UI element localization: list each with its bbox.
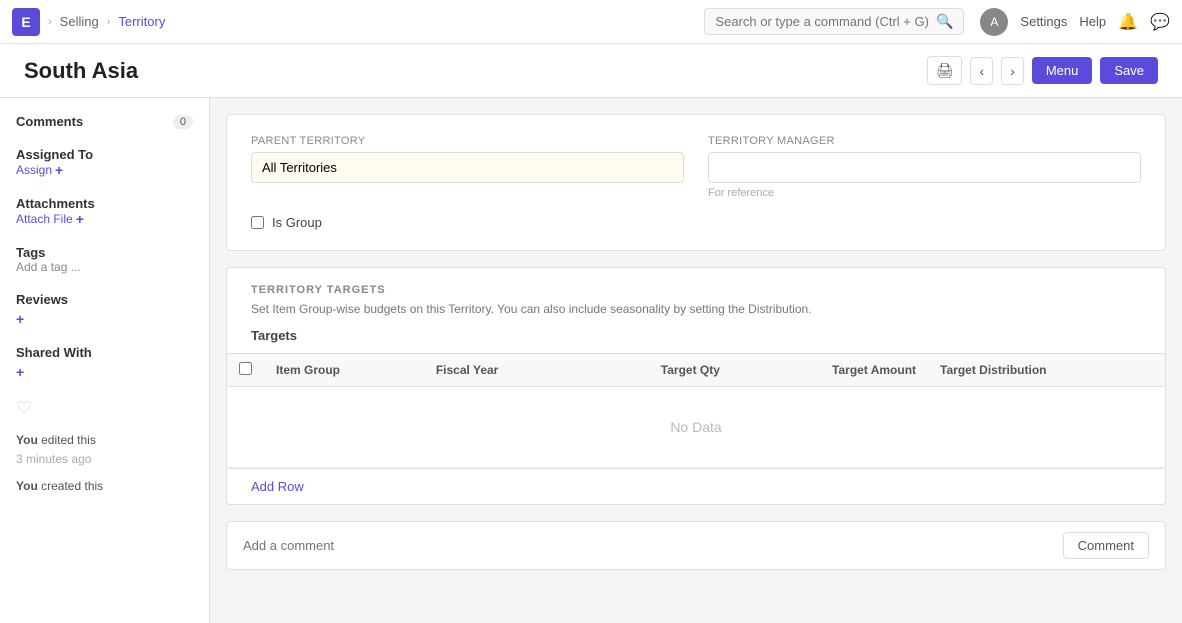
- search-input[interactable]: [715, 14, 930, 29]
- parent-territory-group: Parent Territory: [251, 135, 684, 199]
- sidebar: Comments 0 Assigned To Assign + Attachme…: [0, 98, 210, 623]
- search-bar[interactable]: 🔍: [704, 8, 964, 35]
- targets-subtitle: Targets: [227, 328, 1165, 343]
- breadcrumb-selling[interactable]: Selling: [60, 14, 99, 29]
- sidebar-shared-section: Shared With +: [16, 345, 193, 380]
- activity-1-action: edited this: [41, 433, 96, 447]
- targets-section-header: TERRITORY TARGETS Set Item Group-wise bu…: [227, 268, 1165, 316]
- select-all-checkbox[interactable]: [239, 362, 252, 375]
- attach-file-button[interactable]: Attach File +: [16, 211, 193, 227]
- prev-button[interactable]: ‹: [970, 57, 993, 85]
- page-actions: 🖨 ‹ › Menu Save: [927, 56, 1158, 85]
- form-body: Parent Territory Territory Manager For r…: [227, 115, 1165, 250]
- review-plus-icon: +: [16, 311, 24, 327]
- next-button[interactable]: ›: [1001, 57, 1024, 85]
- topnav-actions: A Settings Help 🔔 💬: [980, 8, 1170, 36]
- is-group-row: Is Group: [251, 215, 1141, 230]
- sidebar-tags-section: Tags Add a tag ...: [16, 245, 193, 274]
- assign-button[interactable]: Assign +: [16, 162, 193, 178]
- activity-1-actor: You: [16, 433, 38, 447]
- topnav: E › Selling › Territory 🔍 A Settings Hel…: [0, 0, 1182, 44]
- assign-plus-icon: +: [55, 162, 63, 178]
- parent-territory-input[interactable]: [251, 152, 684, 183]
- attach-plus-icon: +: [76, 211, 84, 227]
- targets-section-card: TERRITORY TARGETS Set Item Group-wise bu…: [226, 267, 1166, 505]
- notification-icon[interactable]: 🔔: [1118, 12, 1138, 32]
- activity-2-actor: You: [16, 479, 38, 493]
- sidebar-attachments-section: Attachments Attach File +: [16, 196, 193, 227]
- activity-item-1: You edited this 3 minutes ago: [16, 431, 193, 469]
- form-row-1: Parent Territory Territory Manager For r…: [251, 135, 1141, 199]
- avatar: A: [980, 8, 1008, 36]
- targets-table: Item Group Fiscal Year Target Qty Target…: [227, 353, 1165, 468]
- comment-card: Comment: [226, 521, 1166, 570]
- territory-manager-group: Territory Manager For reference: [708, 135, 1141, 199]
- no-data-row: No Data: [227, 387, 1165, 468]
- settings-button[interactable]: Settings: [1020, 14, 1067, 29]
- add-row-button[interactable]: Add Row: [251, 479, 304, 494]
- sidebar-comments-header: Comments 0: [16, 114, 193, 129]
- comment-button[interactable]: Comment: [1063, 532, 1149, 559]
- col-fiscal-year: Fiscal Year: [424, 354, 581, 387]
- heart-icon[interactable]: ♡: [16, 398, 193, 419]
- app-logo: E: [12, 8, 40, 36]
- sidebar-reviews-label: Reviews: [16, 292, 68, 307]
- save-button[interactable]: Save: [1100, 57, 1158, 84]
- sidebar-assigned-label: Assigned To: [16, 147, 193, 162]
- table-header-checkbox-col: [227, 354, 264, 387]
- parent-territory-label: Parent Territory: [251, 135, 684, 147]
- for-reference-hint: For reference: [708, 187, 1141, 199]
- page-title: South Asia: [24, 58, 138, 84]
- comment-input[interactable]: [243, 538, 1051, 553]
- col-target-qty: Target Qty: [581, 354, 732, 387]
- sidebar-activity: You edited this 3 minutes ago You create…: [16, 431, 193, 497]
- sidebar-comments-label: Comments: [16, 114, 83, 129]
- no-data-cell: No Data: [227, 387, 1165, 468]
- targets-section-title: TERRITORY TARGETS: [251, 284, 1141, 296]
- search-icon: 🔍: [936, 13, 953, 30]
- territory-manager-label: Territory Manager: [708, 135, 1141, 147]
- is-group-label: Is Group: [272, 215, 322, 230]
- add-row-bar: Add Row: [227, 468, 1165, 504]
- col-item-group: Item Group: [264, 354, 424, 387]
- sidebar-comments-section: Comments 0: [16, 114, 193, 129]
- breadcrumb-chevron-1: ›: [48, 16, 52, 28]
- main-content: Parent Territory Territory Manager For r…: [210, 98, 1182, 623]
- activity-1-time: 3 minutes ago: [16, 452, 91, 466]
- add-shared-button[interactable]: +: [16, 364, 193, 380]
- targets-table-header-row: Item Group Fiscal Year Target Qty Target…: [227, 354, 1165, 387]
- breadcrumb-territory[interactable]: Territory: [118, 14, 165, 29]
- sidebar-shared-header: Shared With: [16, 345, 193, 360]
- breadcrumb-chevron-2: ›: [107, 16, 111, 28]
- content-area: Comments 0 Assigned To Assign + Attachme…: [0, 98, 1182, 623]
- sidebar-reviews-header: Reviews: [16, 292, 193, 307]
- activity-2-action: created this: [41, 479, 103, 493]
- sidebar-assigned-section: Assigned To Assign +: [16, 147, 193, 178]
- targets-section-desc: Set Item Group-wise budgets on this Terr…: [251, 302, 1141, 316]
- add-review-button[interactable]: +: [16, 311, 193, 327]
- activity-item-2: You created this: [16, 477, 193, 496]
- form-card: Parent Territory Territory Manager For r…: [226, 114, 1166, 251]
- is-group-checkbox[interactable]: [251, 216, 264, 229]
- menu-button[interactable]: Menu: [1032, 57, 1093, 84]
- sidebar-comments-badge: 0: [173, 115, 193, 129]
- shared-plus-icon: +: [16, 364, 24, 380]
- sidebar-shared-label: Shared With: [16, 345, 92, 360]
- col-target-distribution: Target Distribution: [928, 354, 1165, 387]
- chat-icon[interactable]: 💬: [1150, 12, 1170, 32]
- page-header: South Asia 🖨 ‹ › Menu Save: [0, 44, 1182, 98]
- print-button[interactable]: 🖨: [927, 56, 963, 85]
- help-button[interactable]: Help: [1079, 14, 1106, 29]
- sidebar-tags-label: Tags: [16, 245, 193, 260]
- col-target-amount: Target Amount: [732, 354, 928, 387]
- add-tag-button[interactable]: Add a tag ...: [16, 260, 193, 274]
- sidebar-reviews-section: Reviews +: [16, 292, 193, 327]
- territory-manager-input[interactable]: [708, 152, 1141, 183]
- sidebar-attachments-label: Attachments: [16, 196, 193, 211]
